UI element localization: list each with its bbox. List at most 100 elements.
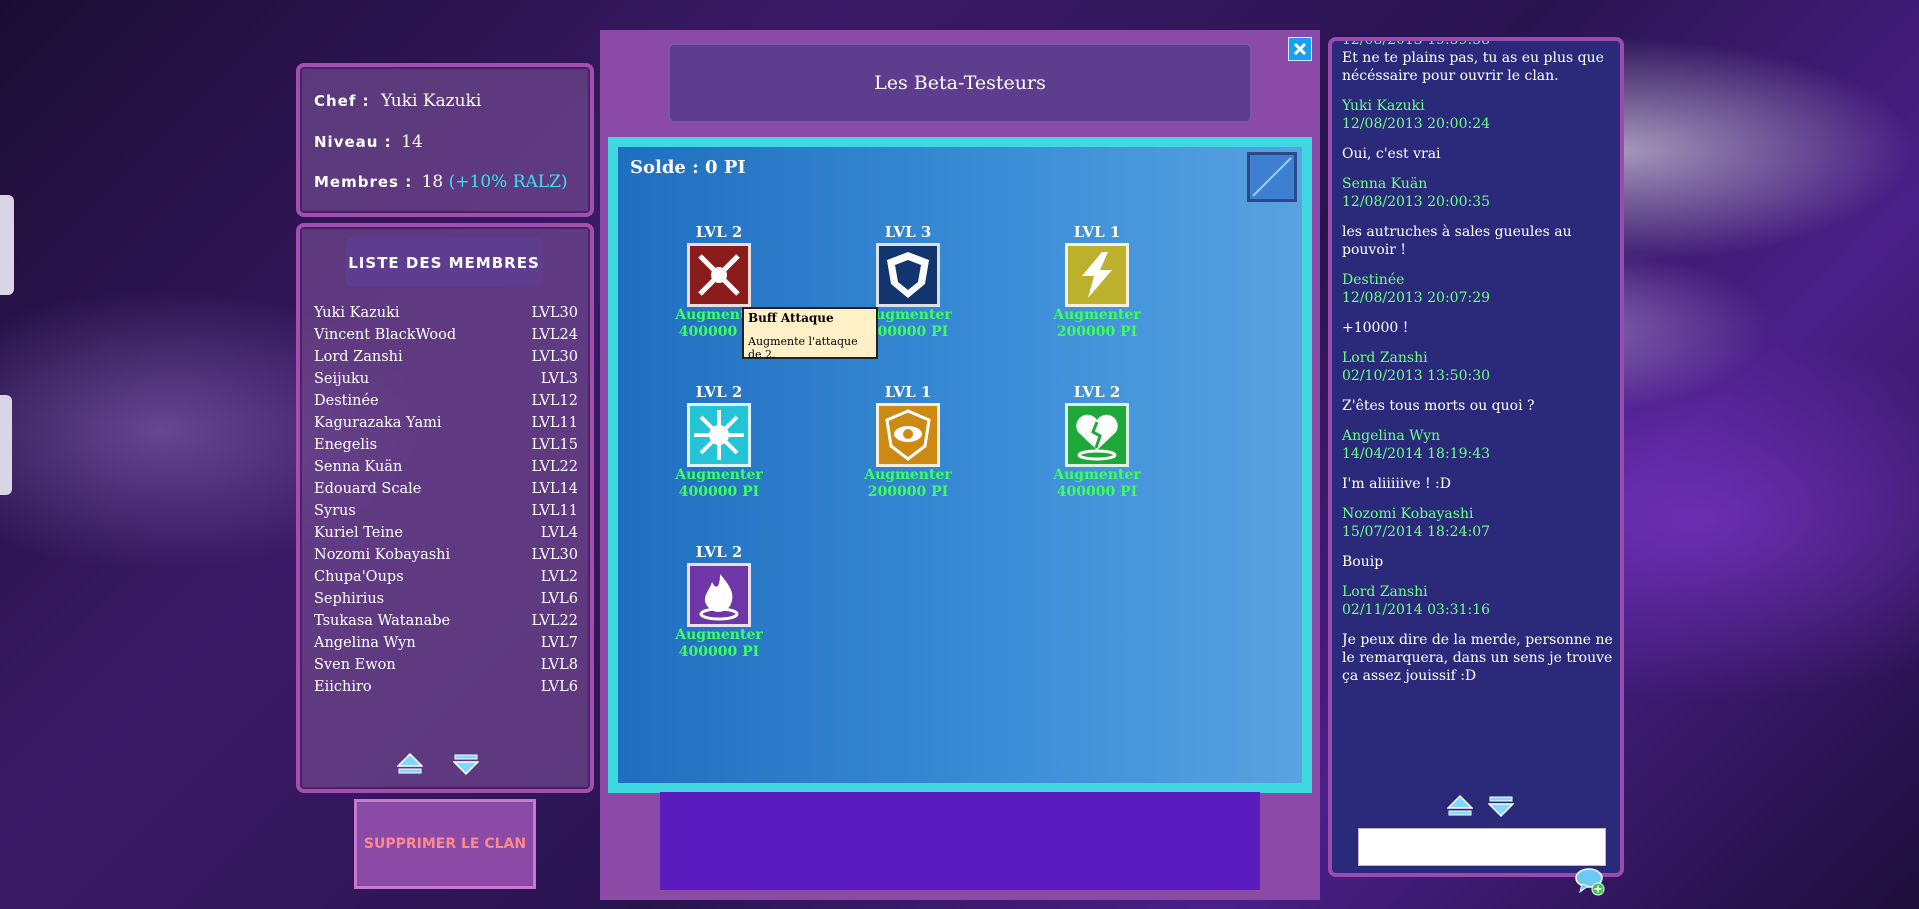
member-name: Kuriel Teine <box>314 525 403 541</box>
chat-text: les autruches à sales gueules au pouvoir… <box>1342 224 1572 258</box>
chat-author: Lord Zanshi <box>1342 584 1428 600</box>
member-row[interactable]: Yuki Kazuki LVL30 <box>314 302 578 324</box>
member-level: LVL6 <box>540 679 578 695</box>
skill-level: LVL 2 <box>695 383 743 401</box>
close-icon <box>1293 42 1307 56</box>
member-name: Edouard Scale <box>314 481 422 497</box>
skill-cost: 400000 PI <box>678 644 760 660</box>
member-name: Destinée <box>314 393 379 409</box>
chat-timestamp: 12/08/2013 20:07:29 <box>1342 290 1491 306</box>
member-level: LVL30 <box>531 547 578 563</box>
chat-author: Destinée <box>1342 272 1405 288</box>
chat-send-button[interactable] <box>1574 866 1606 898</box>
chat-message: Et ne te plains pas, tu as eu plus que n… <box>1342 49 1620 85</box>
chat-message: Destinée 12/08/2013 20:07:29 +10000 ! <box>1342 271 1620 337</box>
member-name: Vincent BlackWood <box>314 327 457 343</box>
toggle-view-button[interactable] <box>1247 152 1297 202</box>
members-count: 18 <box>421 172 444 192</box>
member-name: Senna Kuän <box>314 459 403 475</box>
skill-upgrade-button[interactable]: Augmenter <box>838 467 978 484</box>
member-row[interactable]: Eiichiro LVL6 <box>314 676 578 698</box>
member-scroll-down-button[interactable] <box>453 752 479 776</box>
close-button[interactable] <box>1288 37 1312 61</box>
skill-level: LVL 2 <box>695 223 743 241</box>
level-label: Niveau : <box>314 133 392 151</box>
member-row[interactable]: Syrus LVL11 <box>314 500 578 522</box>
member-level: LVL30 <box>531 305 578 321</box>
chat-message: Lord Zanshi 02/11/2014 03:31:16 Je peux di… <box>1342 583 1620 685</box>
skill-card: LVL 2 Augmenter 400000 PI <box>649 383 789 501</box>
member-row[interactable]: Enegelis LVL15 <box>314 434 578 456</box>
member-row[interactable]: Vincent BlackWood LVL24 <box>314 324 578 346</box>
member-name: Enegelis <box>314 437 378 453</box>
skill-tooltip: Buff Attaque Augmente l'attaque de 2. <box>742 307 878 361</box>
up-arrow-icon <box>397 752 423 774</box>
swords-icon[interactable] <box>687 243 751 307</box>
skill-level: LVL 2 <box>1073 383 1121 401</box>
chat-timestamp: 02/10/2013 13:50:30 <box>1342 368 1491 384</box>
chat-message: Yuki Kazuki 12/08/2013 20:00:24 Oui, c'est… <box>1342 97 1620 163</box>
member-row[interactable]: Edouard Scale LVL14 <box>314 478 578 500</box>
member-row[interactable]: Sven Ewon LVL8 <box>314 654 578 676</box>
member-list-title: Liste des membres <box>346 238 542 287</box>
chat-timestamp: 15/07/2014 18:24:07 <box>1342 524 1491 540</box>
member-row[interactable]: Tsukasa Watanabe LVL22 <box>314 610 578 632</box>
chat-timestamp: 02/11/2014 03:31:16 <box>1342 602 1491 618</box>
member-level: LVL15 <box>531 437 578 453</box>
chat-text: Je peux dire de la merde, personne ne le… <box>1342 632 1613 684</box>
member-name: Nozomi Kobayashi <box>314 547 451 563</box>
burst-icon[interactable] <box>687 403 751 467</box>
member-row[interactable]: Destinée LVL12 <box>314 390 578 412</box>
member-row[interactable]: Kagurazaka Yami LVL11 <box>314 412 578 434</box>
chat-scroll-down-button[interactable] <box>1488 794 1514 818</box>
chat-input[interactable] <box>1358 828 1606 866</box>
member-row[interactable]: Senna Kuän LVL22 <box>314 456 578 478</box>
delete-clan-button[interactable]: SUPPRIMER LE CLAN <box>354 799 536 889</box>
member-name: Eiichiro <box>314 679 372 695</box>
chat-scroll-up-button[interactable] <box>1447 794 1473 818</box>
chat-message: Angelina Wyn 14/04/2014 18:19:43 I'm aliii… <box>1342 427 1620 493</box>
skill-upgrade-button[interactable]: Augmenter <box>649 467 789 484</box>
member-level: LVL6 <box>540 591 578 607</box>
member-name: Syrus <box>314 503 356 519</box>
member-row[interactable]: Kuriel Teine LVL4 <box>314 522 578 544</box>
member-row[interactable]: Chupa'Oups LVL2 <box>314 566 578 588</box>
chat-text: I'm aliiiiive ! :D <box>1342 476 1451 492</box>
heart-icon[interactable] <box>1065 403 1129 467</box>
chat-partial-timestamp: 12/08/2013 19:59:58 <box>1342 37 1491 48</box>
member-name: Sephirius <box>314 591 385 607</box>
chat-text: Et ne te plains pas, tu as eu plus que n… <box>1342 50 1604 84</box>
member-row[interactable]: Angelina Wyn LVL7 <box>314 632 578 654</box>
members-bonus: (+10% RALZ) <box>448 172 568 192</box>
skill-card: LVL 2 Augmenter 400000 PI <box>1027 383 1167 501</box>
modal-footer-bar <box>660 792 1260 890</box>
chief-line: Chef : Yuki Kazuki <box>314 91 481 111</box>
member-row[interactable]: Seijuku LVL3 <box>314 368 578 390</box>
members-label: Membres : <box>314 173 413 191</box>
chat-timestamp: 14/04/2014 18:19:43 <box>1342 446 1491 462</box>
chat-text: Bouip <box>1342 554 1384 570</box>
member-scroll-up-button[interactable] <box>397 752 423 776</box>
member-list-title-text: Liste des membres <box>348 253 540 272</box>
member-level: LVL30 <box>531 349 578 365</box>
member-row[interactable]: Lord Zanshi LVL30 <box>314 346 578 368</box>
skill-level: LVL 1 <box>1073 223 1121 241</box>
shield-icon[interactable] <box>876 243 940 307</box>
member-name: Chupa'Oups <box>314 569 404 585</box>
member-name: Angelina Wyn <box>314 635 416 651</box>
skill-upgrade-button[interactable]: Augmenter <box>649 627 789 644</box>
skills-grid: Solde : 0 PI LVL 2 Augmenter 400000 PI LVL … <box>608 137 1312 793</box>
skill-upgrade-button[interactable]: Augmenter <box>1027 467 1167 484</box>
chat-text: Oui, c'est vrai <box>1342 146 1441 162</box>
member-level: LVL3 <box>540 371 578 387</box>
eye-icon[interactable] <box>876 403 940 467</box>
member-row[interactable]: Sephirius LVL6 <box>314 588 578 610</box>
left-edge-tab-upper <box>0 195 14 295</box>
skill-cost: 400000 PI <box>678 484 760 500</box>
skill-upgrade-button[interactable]: Augmenter <box>1027 307 1167 324</box>
member-name: Lord Zanshi <box>314 349 403 365</box>
flame-icon[interactable] <box>687 563 751 627</box>
member-row[interactable]: Nozomi Kobayashi LVL30 <box>314 544 578 566</box>
lightning-icon[interactable] <box>1065 243 1129 307</box>
member-name: Yuki Kazuki <box>314 305 400 321</box>
